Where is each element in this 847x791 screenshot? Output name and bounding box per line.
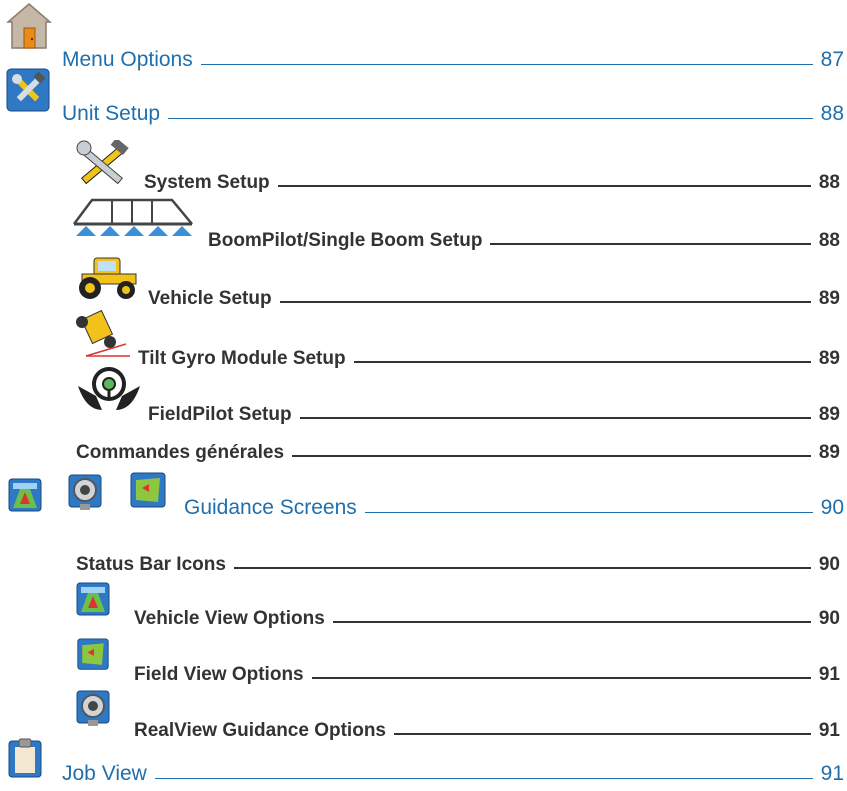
entry-page: 88 bbox=[818, 172, 840, 193]
wrench-hammer-icon bbox=[76, 140, 129, 185]
entry-page: 88 bbox=[818, 230, 840, 251]
dot-leader bbox=[490, 243, 811, 245]
toc-entry-fieldpilot-setup[interactable]: FieldPilot Setup 89 bbox=[148, 386, 840, 426]
entry-page: 90 bbox=[820, 496, 844, 519]
entry-label: Vehicle View Options bbox=[134, 608, 325, 629]
entry-page: 89 bbox=[818, 288, 840, 309]
field-view-icon bbox=[130, 472, 166, 508]
dot-leader bbox=[168, 118, 813, 119]
dot-leader bbox=[277, 185, 811, 187]
dot-leader bbox=[364, 512, 813, 513]
entry-label: FieldPilot Setup bbox=[148, 404, 292, 425]
dot-leader bbox=[154, 778, 813, 779]
dot-leader bbox=[233, 567, 811, 569]
entry-page: 91 bbox=[820, 762, 844, 785]
toc-entry-boompilot-setup[interactable]: BoomPilot/Single Boom Setup 88 bbox=[208, 212, 840, 252]
toc-entry-guidance-screens[interactable]: Guidance Screens 90 bbox=[184, 480, 844, 520]
entry-page: 90 bbox=[818, 554, 840, 575]
entry-label: Status Bar Icons bbox=[76, 554, 226, 575]
toc-entry-vehicle-setup[interactable]: Vehicle Setup 89 bbox=[148, 270, 840, 310]
dot-leader bbox=[279, 301, 811, 303]
vehicle-view-icon bbox=[8, 478, 42, 512]
toc-entry-job-view[interactable]: Job View 91 bbox=[62, 746, 844, 786]
toc-entry-unit-setup[interactable]: Unit Setup 88 bbox=[62, 86, 844, 126]
entry-page: 89 bbox=[818, 404, 840, 425]
entry-page: 89 bbox=[818, 348, 840, 369]
entry-page: 89 bbox=[818, 442, 840, 463]
toc-entry-vehicle-view-options[interactable]: Vehicle View Options 90 bbox=[134, 590, 840, 630]
entry-page: 87 bbox=[820, 48, 844, 71]
entry-page: 91 bbox=[818, 664, 840, 685]
entry-page: 90 bbox=[818, 608, 840, 629]
entry-label: Field View Options bbox=[134, 664, 304, 685]
toc-entry-status-bar-icons[interactable]: Status Bar Icons 90 bbox=[76, 536, 840, 576]
field-view-icon bbox=[77, 638, 109, 670]
dot-leader bbox=[200, 64, 813, 65]
entry-label: System Setup bbox=[144, 172, 270, 193]
entry-label: Commandes générales bbox=[76, 442, 285, 463]
toc-entry-tilt-gyro-setup[interactable]: Tilt Gyro Module Setup 89 bbox=[138, 330, 840, 370]
boom-sprayer-icon bbox=[73, 198, 193, 236]
tools-icon bbox=[6, 68, 50, 112]
toc-entry-field-view-options[interactable]: Field View Options 91 bbox=[134, 646, 840, 686]
entry-label: Menu Options bbox=[62, 48, 193, 71]
realview-camera-icon bbox=[76, 690, 110, 726]
dot-leader bbox=[292, 455, 811, 457]
dot-leader bbox=[394, 733, 811, 735]
entry-page: 88 bbox=[820, 102, 844, 125]
steering-wheel-hands-icon bbox=[78, 367, 140, 410]
clipboard-icon bbox=[8, 738, 42, 778]
vehicle-view-icon bbox=[76, 582, 110, 616]
dot-leader bbox=[299, 417, 811, 419]
entry-label: Unit Setup bbox=[62, 102, 161, 125]
entry-label: RealView Guidance Options bbox=[134, 720, 386, 741]
entry-label: Job View bbox=[62, 762, 147, 785]
tractor-icon bbox=[79, 257, 137, 299]
entry-page: 91 bbox=[818, 720, 840, 741]
toc-entry-realview-guidance-options[interactable]: RealView Guidance Options 91 bbox=[134, 702, 840, 742]
entry-label: BoomPilot/Single Boom Setup bbox=[208, 230, 483, 251]
entry-label: Vehicle Setup bbox=[148, 288, 272, 309]
toc-entry-commandes-generales[interactable]: Commandes générales 89 bbox=[76, 424, 840, 464]
toc-entry-menu-options[interactable]: Menu Options 87 bbox=[62, 32, 844, 72]
home-icon bbox=[6, 3, 52, 49]
dot-leader bbox=[353, 361, 811, 363]
entry-label: Tilt Gyro Module Setup bbox=[138, 348, 346, 369]
tilt-gyro-icon bbox=[76, 309, 130, 357]
dot-leader bbox=[311, 677, 811, 679]
dot-leader bbox=[332, 621, 811, 623]
entry-label: Guidance Screens bbox=[184, 496, 357, 519]
realview-camera-icon bbox=[68, 474, 102, 510]
toc-entry-system-setup[interactable]: System Setup 88 bbox=[144, 154, 840, 194]
